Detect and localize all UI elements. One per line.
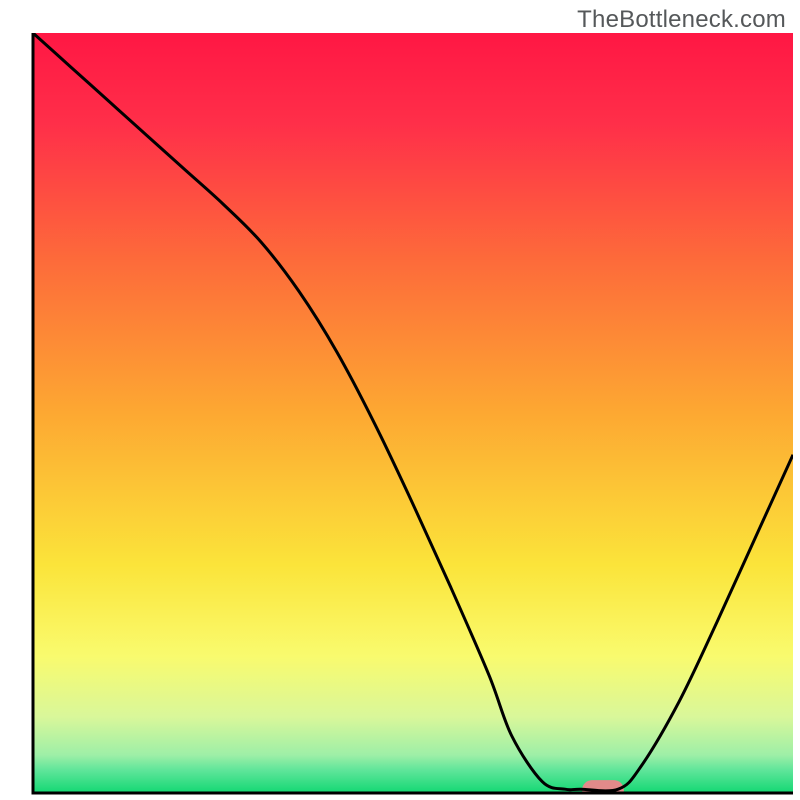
- gradient-background: [33, 33, 793, 793]
- chart-container: TheBottleneck.com: [0, 0, 800, 800]
- watermark-text: TheBottleneck.com: [577, 6, 786, 34]
- bottleneck-chart: [0, 0, 800, 800]
